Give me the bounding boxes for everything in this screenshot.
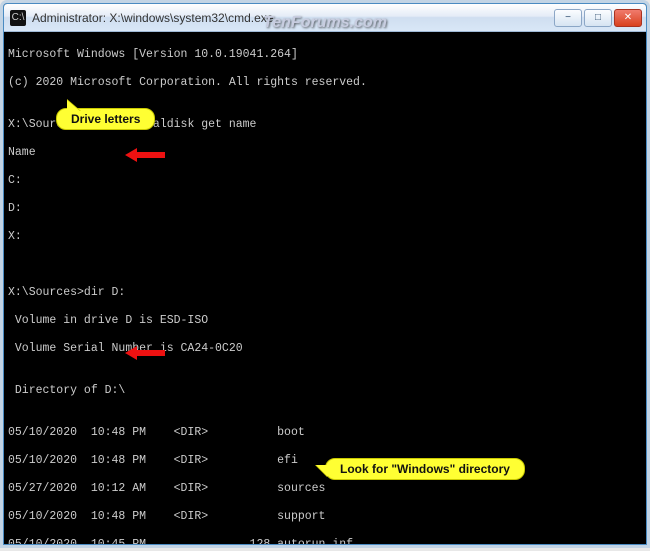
line: Directory of D:\ (8, 384, 642, 398)
line: (c) 2020 Microsoft Corporation. All righ… (8, 76, 642, 90)
close-button[interactable]: ✕ (614, 9, 642, 27)
minimize-button[interactable]: − (554, 9, 582, 27)
window-title: Administrator: X:\windows\system32\cmd.e… (32, 11, 554, 25)
line: Microsoft Windows [Version 10.0.19041.26… (8, 48, 642, 62)
table-row: 05/10/2020 10:48 PM <DIR> support (8, 510, 642, 524)
table-row: 05/10/2020 10:48 PM <DIR> boot (8, 426, 642, 440)
line: X: (8, 230, 642, 244)
line: Name (8, 146, 642, 160)
titlebar[interactable]: C:\ Administrator: X:\windows\system32\c… (4, 4, 646, 32)
cmd-window: C:\ Administrator: X:\windows\system32\c… (3, 3, 647, 545)
line: X:\Sources>dir D: (8, 286, 642, 300)
table-row: 05/10/2020 10:45 PM 128 autorun.inf (8, 538, 642, 544)
line: X:\Sources>wmic logicaldisk get name (8, 118, 642, 132)
terminal-output[interactable]: Microsoft Windows [Version 10.0.19041.26… (4, 32, 646, 544)
line: D: (8, 202, 642, 216)
maximize-button[interactable]: □ (584, 9, 612, 27)
line: Volume in drive D is ESD-ISO (8, 314, 642, 328)
cmd-icon: C:\ (10, 10, 26, 26)
table-row: 05/10/2020 10:48 PM <DIR> efi (8, 454, 642, 468)
line: C: (8, 174, 642, 188)
line: Volume Serial Number is CA24-0C20 (8, 342, 642, 356)
cmd-entered: wmic logicaldisk get name (84, 118, 257, 131)
window-buttons: − □ ✕ (554, 9, 642, 27)
cmd-entered: dir D: (84, 286, 125, 299)
table-row: 05/27/2020 10:12 AM <DIR> sources (8, 482, 642, 496)
